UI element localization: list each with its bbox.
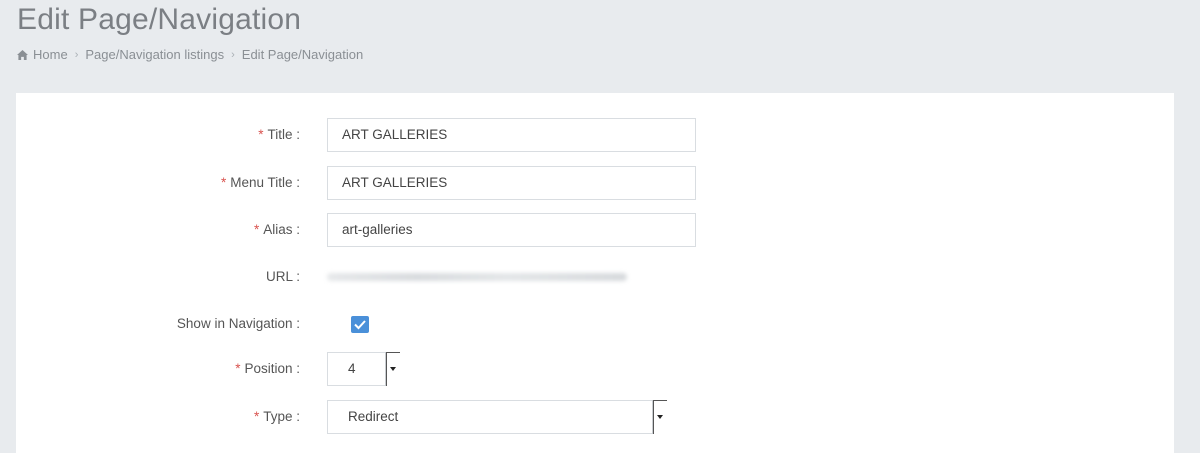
home-icon xyxy=(17,49,28,60)
page-title: Edit Page/Navigation xyxy=(17,3,302,36)
show-in-navigation-row: Show in Navigation : xyxy=(16,307,1174,341)
position-select-value: 4 xyxy=(348,361,356,376)
breadcrumb-separator-icon: › xyxy=(231,48,235,61)
type-select-value: Redirect xyxy=(348,409,399,424)
breadcrumb-current: Edit Page/Navigation xyxy=(241,47,364,62)
breadcrumb-home-link[interactable]: Home xyxy=(33,47,68,62)
position-select[interactable]: 4 xyxy=(327,352,400,386)
alias-label: * Alias : xyxy=(253,222,300,237)
url-label: URL : xyxy=(265,269,300,284)
checkmark-icon xyxy=(354,320,366,330)
required-mark: * xyxy=(220,175,227,190)
title-input[interactable]: ART GALLERIES xyxy=(327,118,696,152)
url-value-redacted xyxy=(327,273,627,281)
breadcrumb: Home › Page/Navigation listings › Edit P… xyxy=(17,47,363,62)
required-mark: * xyxy=(235,361,241,376)
type-label: * Type : xyxy=(253,409,300,424)
position-row: * Position : 4 xyxy=(16,352,1174,386)
menu-title-input[interactable]: ART GALLERIES xyxy=(327,166,696,200)
menu-title-row: * Menu Title : ART GALLERIES xyxy=(16,166,1174,200)
alias-input[interactable]: art-galleries xyxy=(327,213,696,247)
edit-form-panel: * Title : ART GALLERIES * Menu Title : ART… xyxy=(16,93,1174,453)
url-row: URL : xyxy=(16,260,1174,294)
required-mark: * xyxy=(253,222,260,237)
required-mark: * xyxy=(258,127,264,142)
required-mark: * xyxy=(253,409,260,424)
type-row: * Type : Redirect xyxy=(16,400,1174,434)
chevron-down-icon[interactable] xyxy=(652,400,667,434)
breadcrumb-listings-link[interactable]: Page/Navigation listings xyxy=(85,47,224,62)
title-label: * Title : xyxy=(258,127,300,142)
breadcrumb-separator-icon: › xyxy=(74,48,79,61)
alias-row: * Alias : art-galleries xyxy=(16,213,1174,247)
type-select[interactable]: Redirect xyxy=(327,400,667,434)
show-in-navigation-label: Show in Navigation : xyxy=(176,316,300,331)
chevron-down-icon[interactable] xyxy=(385,352,400,386)
menu-title-label: * Menu Title : xyxy=(220,175,300,190)
title-row: * Title : ART GALLERIES xyxy=(16,118,1174,152)
show-in-navigation-checkbox[interactable] xyxy=(351,316,369,333)
position-label: * Position : xyxy=(235,361,300,376)
